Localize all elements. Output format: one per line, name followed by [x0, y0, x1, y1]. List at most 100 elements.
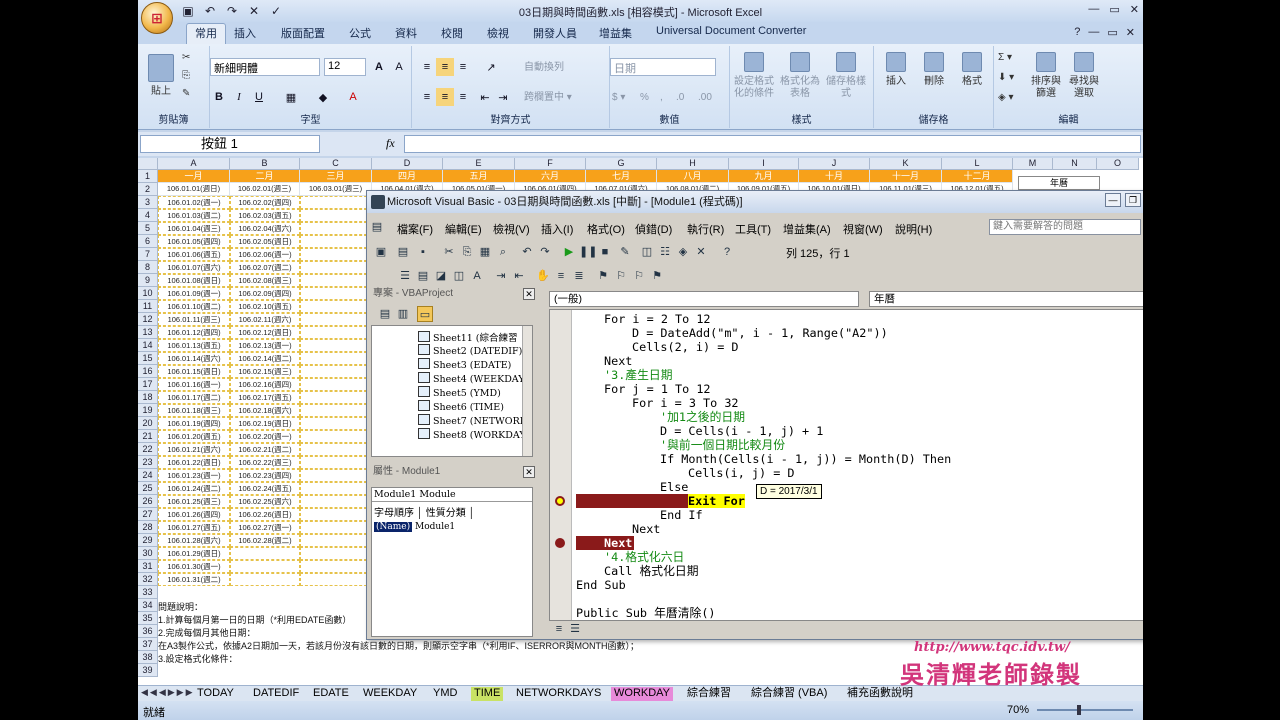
date-cell[interactable] [300, 495, 372, 508]
font-size-combo[interactable]: 12 [324, 58, 366, 76]
row-header[interactable]: 39 [138, 664, 158, 677]
reset-icon[interactable]: ■ [597, 244, 613, 260]
date-cell[interactable] [300, 365, 372, 378]
code-line[interactable]: '4.格式化六日 [576, 550, 684, 564]
help-question-input[interactable]: 鍵入需要解答的問題 [989, 219, 1141, 235]
tab-home[interactable]: 常用 [186, 23, 226, 44]
project-tree-item[interactable]: Sheet3 (EDATE) [418, 358, 511, 371]
date-cell[interactable] [300, 456, 372, 469]
date-cell[interactable]: 106.02.14(週二) [230, 352, 300, 365]
toggle-breakpoint-icon[interactable]: ✋ [535, 268, 551, 284]
date-cell[interactable]: 106.01.14(週六) [158, 352, 230, 365]
row-header[interactable]: 2 [138, 183, 158, 196]
vba-restore-icon[interactable]: ❐ [1125, 193, 1141, 207]
date-cell[interactable]: 106.02.28(週二) [230, 534, 300, 547]
fx-icon[interactable]: fx [386, 136, 395, 151]
code-line[interactable]: Cells(2, i) = D [576, 340, 739, 354]
next-bookmark-icon[interactable]: ⚐ [613, 268, 629, 284]
view-object-icon[interactable]: ▥ [395, 306, 411, 322]
date-cell[interactable]: 106.01.03(週二) [158, 209, 230, 222]
quick-info-icon[interactable]: ◪ [433, 268, 449, 284]
sheet-tab[interactable]: 綜合練習 (VBA) [748, 687, 830, 701]
month-header-cell[interactable]: 四月 [372, 170, 443, 183]
month-header-cell[interactable]: 十月 [799, 170, 870, 183]
redo-icon-vba[interactable]: ↷ [537, 244, 553, 260]
date-cell[interactable]: 106.02.22(週三) [230, 456, 300, 469]
row-header[interactable]: 4 [138, 209, 158, 222]
code-line[interactable]: '與前一個日期比較月份 [576, 438, 785, 452]
vba-menu-item[interactable]: 插入(I) [541, 221, 573, 237]
code-line[interactable]: '3.產生日期 [576, 368, 673, 382]
date-cell[interactable] [300, 235, 372, 248]
code-line[interactable]: For i = 2 To 12 [576, 312, 711, 326]
tab-page-layout[interactable]: 版面配置 [281, 25, 325, 41]
date-cell[interactable]: 106.01.12(週四) [158, 326, 230, 339]
delete-cells-button[interactable]: 刪除 [918, 52, 950, 88]
toggle-folders-icon[interactable]: ▭ [417, 306, 433, 322]
date-cell[interactable]: 106.02.25(週六) [230, 495, 300, 508]
date-cell[interactable]: 106.01.20(週五) [158, 430, 230, 443]
execution-arrow-icon[interactable] [555, 496, 565, 506]
row-header[interactable]: 24 [138, 469, 158, 482]
increase-decimal-icon[interactable]: .0 [676, 92, 684, 104]
date-cell[interactable]: 106.01.08(週日) [158, 274, 230, 287]
comment-block-icon[interactable]: ≡ [553, 268, 569, 284]
copy-icon-vba[interactable]: ⎘ [459, 244, 475, 260]
date-cell[interactable]: 106.01.21(週六) [158, 443, 230, 456]
date-cell[interactable]: 106.02.17(週五) [230, 391, 300, 404]
date-cell[interactable]: 106.01.06(週五) [158, 248, 230, 261]
code-line[interactable]: Cells(i, j) = D [576, 466, 795, 480]
date-cell[interactable]: 106.01.19(週四) [158, 417, 230, 430]
row-header[interactable]: 15 [138, 352, 158, 365]
date-cell[interactable]: 106.01.09(週一) [158, 287, 230, 300]
tree-scrollbar[interactable] [522, 326, 532, 456]
format-as-table-button[interactable]: 格式化為表格 [780, 52, 820, 100]
row-header[interactable]: 26 [138, 495, 158, 508]
date-cell[interactable]: 106.02.15(週三) [230, 365, 300, 378]
date-cell[interactable]: 106.02.23(週四) [230, 469, 300, 482]
code-line[interactable]: End Sub [576, 578, 626, 592]
italic-button[interactable]: I [230, 88, 248, 106]
param-info-icon[interactable]: ◫ [451, 268, 467, 284]
tab-view[interactable]: 檢視 [487, 25, 509, 41]
date-cell[interactable] [230, 547, 300, 560]
row-header[interactable]: 28 [138, 521, 158, 534]
date-cell[interactable]: 106.02.11(週六) [230, 313, 300, 326]
underline-button[interactable]: U [250, 88, 268, 106]
vba-menu-item[interactable]: 檔案(F) [397, 221, 433, 237]
row-header[interactable]: 23 [138, 456, 158, 469]
date-cell[interactable]: 106.01.27(週五) [158, 521, 230, 534]
month-header-cell[interactable]: 八月 [657, 170, 729, 183]
row-header[interactable]: 35 [138, 612, 158, 625]
properties-close-icon[interactable]: ✕ [523, 466, 535, 478]
number-format-combo[interactable]: 日期 [610, 58, 716, 76]
date-cell[interactable]: 106.01.26(週四) [158, 508, 230, 521]
property-name-row[interactable]: (Name) Module1 [374, 522, 530, 535]
code-line[interactable]: D = Cells(i - 1, j) + 1 [576, 424, 823, 438]
month-header-cell[interactable]: 九月 [729, 170, 799, 183]
align-bottom-icon[interactable]: ≡ [454, 58, 472, 76]
row-header[interactable]: 37 [138, 638, 158, 651]
clear-icon[interactable]: ◈ ▾ [998, 92, 1014, 104]
run-icon[interactable]: ▶ [561, 244, 577, 260]
date-cell[interactable] [300, 430, 372, 443]
date-cell[interactable] [300, 534, 372, 547]
date-cell[interactable]: 106.02.24(週五) [230, 482, 300, 495]
column-header-m[interactable]: M [1013, 158, 1053, 170]
properties-object-combo[interactable]: Module1 Module [372, 488, 532, 502]
check-icon[interactable]: ✓ [268, 3, 284, 19]
project-tree-item[interactable]: Sheet5 (YMD) [418, 386, 501, 399]
full-module-view-icon[interactable]: ☰ [567, 621, 583, 637]
date-cell[interactable] [300, 339, 372, 352]
date-cell[interactable]: 106.02.18(週六) [230, 404, 300, 417]
date-cell[interactable]: 106.02.27(週一) [230, 521, 300, 534]
undo-icon[interactable]: ↶ [202, 3, 218, 19]
date-cell[interactable]: 106.01.22(週日) [158, 456, 230, 469]
wrap-text-button[interactable]: 自動換列 [524, 62, 564, 74]
date-cell[interactable]: 106.02.10(週五) [230, 300, 300, 313]
sheet-tab[interactable]: TODAY [194, 687, 237, 701]
object-combo[interactable]: (一般) [549, 291, 859, 307]
code-line[interactable]: Next [576, 354, 632, 368]
code-line[interactable]: '加1之後的日期 [576, 410, 745, 424]
vba-minimize-icon[interactable]: — [1105, 193, 1121, 207]
